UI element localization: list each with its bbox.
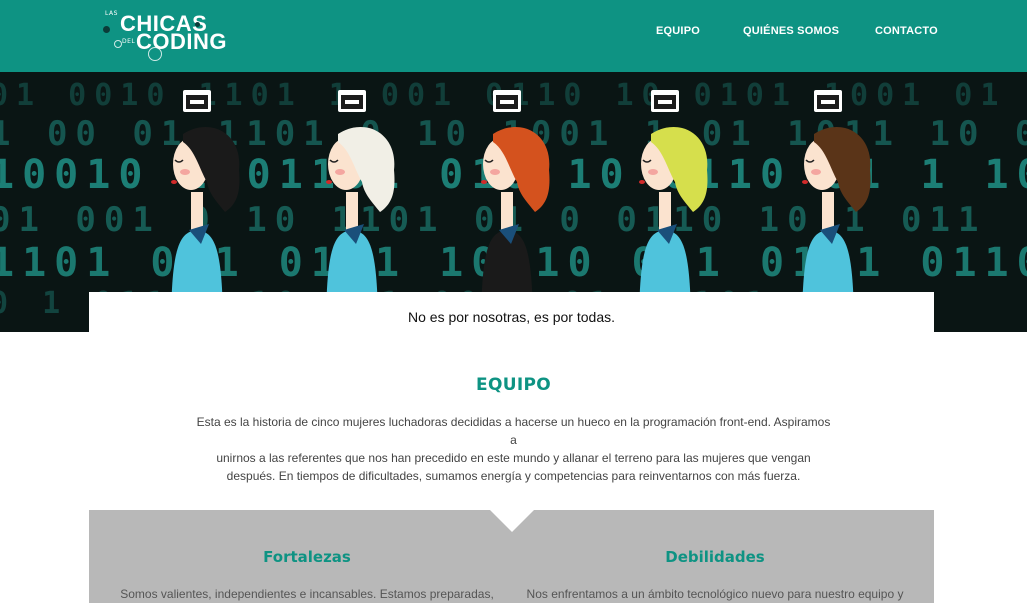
logo-top-word: LAS (105, 10, 118, 17)
nav-quienes-somos[interactable]: QUIÉNES SOMOS (743, 25, 839, 37)
equipo-intro: Esta es la historia de cinco mujeres luc… (196, 413, 831, 485)
lips (171, 180, 177, 184)
panel-notch (490, 510, 534, 532)
cheek (648, 169, 658, 175)
code-tag-icon (338, 90, 366, 112)
cheek (811, 169, 821, 175)
intro-line: unirnos a las referentes que nos han pre… (216, 451, 811, 465)
cheek (180, 169, 190, 175)
tagline: No es por nosotras, es por todas. (408, 309, 615, 325)
html-file-icon (651, 90, 679, 112)
lips (326, 180, 332, 184)
lips (481, 180, 487, 184)
intro-line: Esta es la historia de cinco mujeres luc… (196, 415, 831, 447)
brand-logo[interactable]: LAS CHICAS DEL CODING (100, 4, 227, 62)
strengths-text: Somos valientes, independientes e incans… (120, 587, 494, 601)
code-settings-icon (814, 90, 842, 112)
nav-equipo[interactable]: EQUIPO (656, 25, 700, 37)
logo-dot-icon (195, 22, 200, 27)
lips (639, 180, 645, 184)
section-title-equipo: EQUIPO (476, 375, 551, 395)
logo-dot-icon (103, 26, 110, 33)
logo-ring-icon (148, 47, 162, 61)
logo-ring-icon (114, 40, 122, 48)
intro-line: después. En tiempos de dificultades, sum… (226, 469, 801, 483)
strengths-title: Fortalezas (263, 548, 351, 566)
cheek (335, 169, 345, 175)
weaknesses-title: Debilidades (665, 548, 765, 566)
curly-braces-icon (183, 90, 211, 112)
weaknesses-text: Nos enfrentamos a un ámbito tecnológico … (526, 587, 904, 601)
tagline-box: No es por nosotras, es por todas. (89, 292, 934, 332)
lips (802, 180, 808, 184)
logo-mid-word: DEL (122, 38, 136, 45)
nav-contacto[interactable]: CONTACTO (875, 25, 938, 37)
site-header: LAS CHICAS DEL CODING EQUIPO QUIÉNES SOM… (0, 0, 1027, 72)
keyboard-icon (493, 90, 521, 112)
cheek (490, 169, 500, 175)
